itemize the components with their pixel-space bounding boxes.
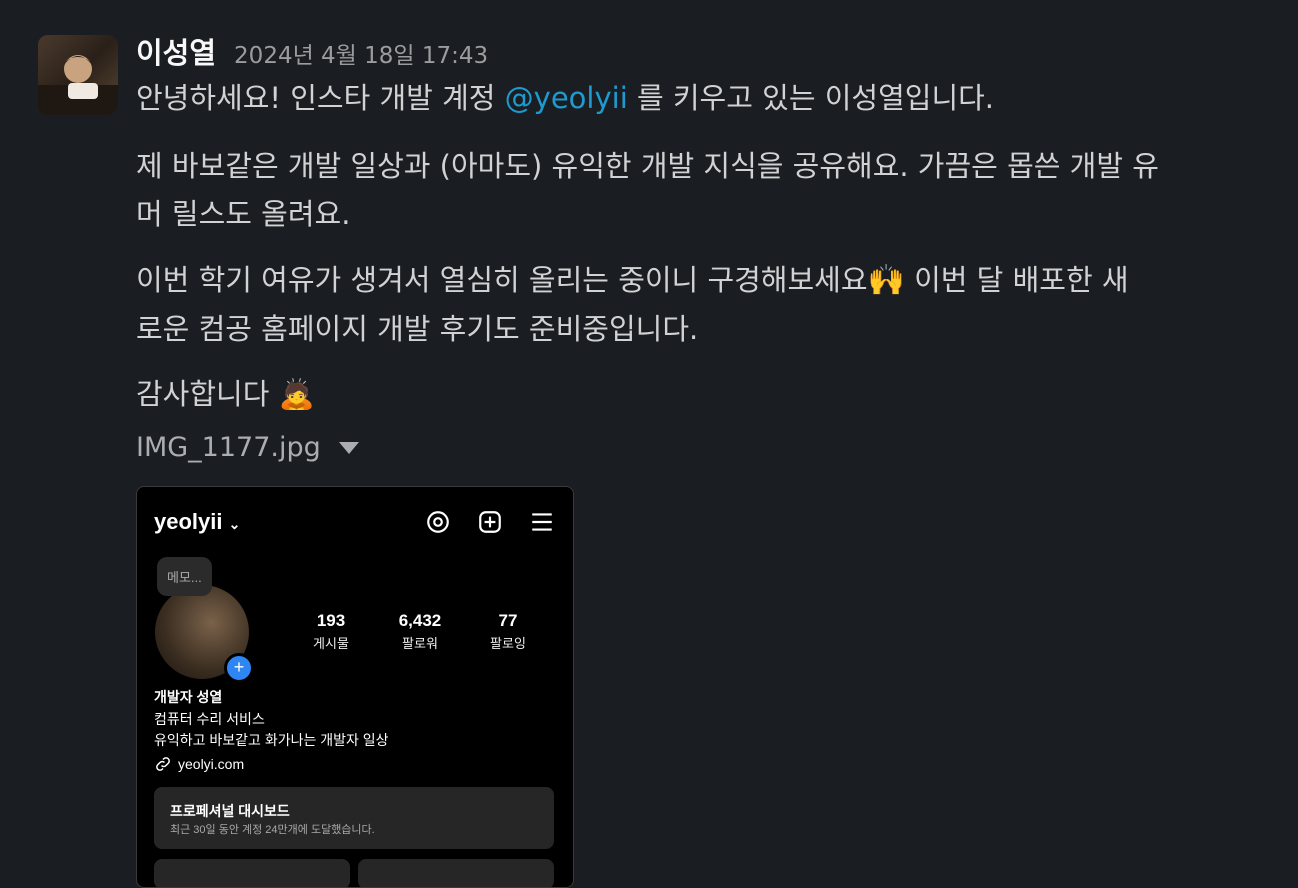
text: 로운 컴공 홈페이지 개발 후기도 준비중입니다. (136, 312, 699, 346)
dashboard-subtitle: 최근 30일 동안 계정 24만개에 도달했습니다. (170, 824, 375, 836)
bowing-person-emoji: 🙇 (278, 377, 315, 411)
ig-memo-bubble: 메모... (157, 557, 212, 596)
message-paragraph-3: 이번 학기 여유가 생겨서 열심히 올리는 중이니 구경해보세요🙌 이번 달 배… (136, 256, 1276, 353)
add-post-icon (479, 511, 501, 533)
ig-stat-followers: 6,432 팔로워 (380, 611, 460, 652)
ig-stat-value: 77 (498, 611, 518, 630)
text: 이번 학기 여유가 생겨서 열심히 올리는 중이니 구경해보세요 (136, 263, 868, 297)
ig-website-text: yeolyi.com (178, 756, 245, 772)
ig-stat-value: 6,432 (398, 611, 442, 630)
attachment-image[interactable]: yeolyii ⌄ 메모... + 193 게시물 6,432 팔로워 77 팔… (136, 486, 574, 888)
text: 이번 달 배포한 새 (904, 263, 1129, 297)
author-name[interactable]: 이성열 (136, 30, 216, 72)
ig-stat-label: 팔로워 (402, 636, 438, 651)
threads-icon (427, 511, 449, 533)
ig-username: yeolyii ⌄ (154, 509, 240, 535)
ig-display-name: 개발자 성열 (154, 689, 223, 705)
ig-bio-line: 유익하고 바보같고 화가나는 개발자 일상 (154, 732, 389, 748)
menu-icon (532, 513, 552, 531)
ig-stat-label: 게시물 (313, 636, 349, 651)
attachment-filename[interactable]: IMG_1177.jpg (136, 432, 321, 463)
ig-action-button (154, 859, 350, 887)
message-paragraph-2: 제 바보같은 개발 일상과 (아마도) 유익한 개발 지식을 공유해요. 가끔은… (136, 142, 1276, 238)
text: 제 바보같은 개발 일상과 (아마도) 유익한 개발 지식을 공유해요. 가끔은… (136, 149, 1159, 183)
chevron-down-icon[interactable] (338, 441, 359, 454)
link-icon (156, 757, 170, 771)
text: 안녕하세요! 인스타 개발 계정 (136, 81, 505, 115)
message-header: 이성열 2024년 4월 18일 17:43 (136, 30, 488, 72)
add-story-icon: + (224, 653, 254, 683)
ig-stat-value: 193 (316, 611, 346, 630)
ig-action-button (358, 859, 554, 887)
raised-hands-emoji: 🙌 (867, 263, 905, 298)
ig-top-icons (425, 509, 555, 535)
ig-stat-following: 77 팔로잉 (468, 611, 548, 652)
chevron-down-icon: ⌄ (228, 516, 241, 532)
ig-username-text: yeolyii (154, 509, 223, 534)
ig-stat-posts: 193 게시물 (291, 611, 371, 652)
text: 머 릴스도 올려요. (136, 197, 351, 231)
message-timestamp[interactable]: 2024년 4월 18일 17:43 (234, 36, 488, 70)
ig-bio-line: 컴퓨터 수리 서비스 (154, 711, 265, 727)
text: 를 키우고 있는 이성열입니다. (627, 81, 995, 115)
message-paragraph-1: 안녕하세요! 인스타 개발 계정 @yeolyii 를 키우고 있는 이성열입니… (136, 74, 1276, 122)
message-paragraph-4: 감사합니다 🙇 (136, 370, 1276, 418)
text: 감사합니다 (136, 377, 270, 411)
ig-stat-label: 팔로잉 (490, 636, 526, 651)
mention-link[interactable]: @yeolyii (505, 81, 628, 115)
dashboard-title: 프로페셔널 대시보드 (170, 803, 290, 819)
attachment-header[interactable]: IMG_1177.jpg (136, 432, 359, 463)
author-avatar[interactable] (38, 35, 118, 115)
ig-website: yeolyi.com (154, 755, 244, 773)
ig-professional-dashboard: 프로페셔널 대시보드 최근 30일 동안 계정 24만개에 도달했습니다. (154, 787, 554, 849)
